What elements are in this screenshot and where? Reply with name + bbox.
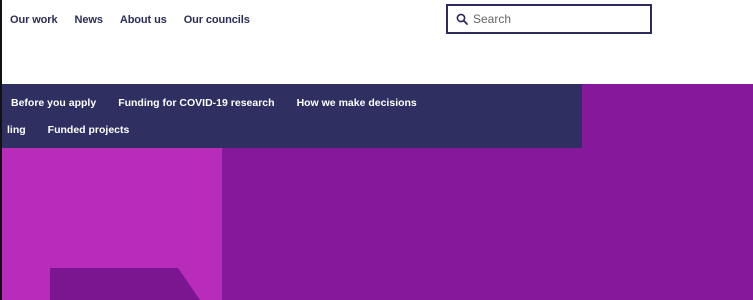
sub-nav-row-2: ling Funded projects — [7, 124, 129, 136]
hero-decorative-shape — [50, 268, 200, 300]
section-sub-nav: Before you apply Funding for COVID-19 re… — [0, 84, 582, 148]
nav-link-about-us[interactable]: About us — [120, 14, 167, 26]
nav-link-our-councils[interactable]: Our councils — [184, 14, 250, 26]
top-nav: Our work News About us Our councils — [10, 14, 250, 26]
search-icon — [456, 13, 468, 25]
sub-nav-before-you-apply[interactable]: Before you apply — [11, 97, 96, 109]
sub-nav-row-1: Before you apply Funding for COVID-19 re… — [11, 97, 417, 109]
search-box[interactable] — [446, 4, 652, 34]
page: Our work News About us Our councils Befo… — [0, 0, 753, 300]
nav-link-our-work[interactable]: Our work — [10, 14, 58, 26]
window-edge — [0, 0, 2, 300]
sub-nav-funding-truncated[interactable]: ling — [7, 124, 26, 136]
nav-link-news[interactable]: News — [75, 14, 103, 26]
search-input[interactable] — [473, 12, 643, 26]
sub-nav-how-we-make-decisions[interactable]: How we make decisions — [297, 97, 417, 109]
sub-nav-funding-covid-research[interactable]: Funding for COVID-19 research — [118, 97, 274, 109]
sub-nav-funded-projects[interactable]: Funded projects — [48, 124, 130, 136]
